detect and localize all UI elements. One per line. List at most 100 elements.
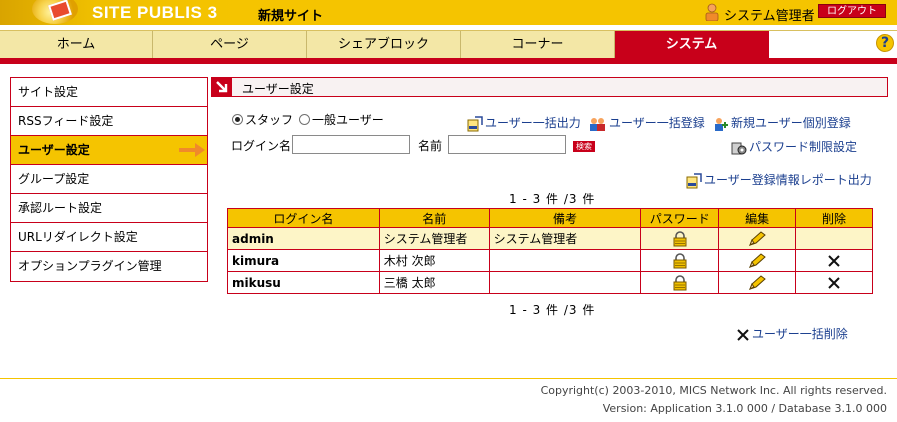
report-icon [686, 172, 702, 188]
cell-login: mikusu [227, 271, 380, 294]
user-type-radio-group: スタッフ 一般ユーザー [232, 111, 390, 128]
site-name: 新規サイト [258, 9, 324, 24]
column-header-delete: 削除 [795, 208, 873, 228]
footer-divider [0, 378, 897, 379]
cell-note: システム管理者 [488, 227, 642, 250]
cell-note [488, 249, 642, 272]
arrow-right-icon [179, 143, 205, 157]
lock-icon[interactable] [672, 252, 688, 269]
logo: SITE PUBLIS 3 [0, 0, 240, 25]
pencil-icon[interactable] [748, 274, 766, 291]
login-name-label: ログイン名 [231, 139, 292, 153]
cell-edit [718, 227, 797, 250]
column-header-password: パスワード [640, 208, 720, 228]
table-header-row: ログイン名 名前 備考 パスワード 編集 削除 [227, 208, 873, 228]
footer-copyright: Copyright(c) 2003-2010, MICS Network Inc… [540, 384, 887, 397]
sidebar-item-label: サイト設定 [18, 85, 79, 99]
logo-text: SITE PUBLIS 3 [92, 3, 218, 22]
cell-name: システム管理者 [378, 227, 490, 250]
cell-delete [795, 249, 873, 272]
password-settings-icon [731, 142, 747, 154]
main-nav: ホーム ページ シェアブロック コーナー システム [0, 30, 897, 59]
search-button[interactable]: 検索 [573, 141, 595, 152]
bulk-register-link[interactable]: ユーザー一括登録 [589, 114, 705, 132]
radio-general-user[interactable] [299, 114, 311, 125]
tab-corner[interactable]: コーナー [461, 31, 615, 59]
users-icon [590, 117, 605, 131]
bulk-delete-link[interactable]: ユーザー一括削除 [736, 325, 848, 342]
cell-login: admin [227, 227, 380, 250]
table-row: admin システム管理者 システム管理者 [227, 227, 873, 250]
sidebar: サイト設定 RSSフィード設定 ユーザー設定 グループ設定 承認ルート設定 UR… [10, 77, 208, 282]
column-header-login: ログイン名 [227, 208, 380, 228]
sidebar-item-label: 承認ルート設定 [18, 201, 103, 215]
nav-underline [0, 58, 897, 64]
bulk-export-label: ユーザー一括出力 [485, 116, 581, 130]
sidebar-item-label: URLリダイレクト設定 [18, 230, 138, 244]
pencil-icon[interactable] [748, 230, 766, 247]
radio-staff-label: スタッフ [245, 113, 294, 127]
bulk-export-link[interactable]: ユーザー一括出力 [467, 114, 581, 132]
user-icon [705, 3, 719, 21]
radio-staff[interactable] [232, 114, 243, 125]
sidebar-item-rss-feed[interactable]: RSSフィード設定 [11, 107, 207, 136]
column-header-note: 備考 [488, 208, 642, 228]
lock-icon[interactable] [672, 274, 688, 291]
tab-home[interactable]: ホーム [0, 31, 153, 59]
delete-x-icon [737, 328, 749, 341]
sidebar-item-approval-route[interactable]: 承認ルート設定 [11, 194, 207, 223]
cell-login: kimura [227, 249, 380, 272]
app-header: SITE PUBLIS 3 新規サイト システム管理者 ログアウト [0, 0, 897, 25]
cell-note [488, 271, 642, 294]
logout-button[interactable]: ログアウト [818, 4, 886, 18]
table-row: kimura 木村 次郎 [227, 249, 873, 272]
cell-edit [718, 249, 797, 272]
pencil-icon[interactable] [748, 252, 766, 269]
radio-general-user-label: 一般ユーザー [312, 113, 384, 127]
sidebar-item-group-settings[interactable]: グループ設定 [11, 165, 207, 194]
cell-password [640, 249, 720, 272]
report-export-label: ユーザー登録情報レポート出力 [704, 173, 872, 187]
sidebar-item-option-plugins[interactable]: オプションプラグイン管理 [11, 252, 207, 281]
report-export-link[interactable]: ユーザー登録情報レポート出力 [686, 171, 872, 189]
tab-share-block[interactable]: シェアブロック [307, 31, 461, 59]
help-icon[interactable]: ? [876, 34, 894, 52]
name-input[interactable] [448, 135, 566, 154]
cell-delete [795, 271, 873, 294]
tab-page[interactable]: ページ [153, 31, 307, 59]
admin-name: システム管理者 [724, 9, 815, 24]
section-header: ユーザー設定 [211, 77, 888, 97]
cell-delete [795, 227, 873, 250]
footer-version: Version: Application 3.1.0 000 / Databas… [602, 402, 887, 415]
page-title: ユーザー設定 [242, 82, 314, 96]
sidebar-item-site-settings[interactable]: サイト設定 [11, 78, 207, 107]
sidebar-item-user-settings[interactable]: ユーザー設定 [11, 136, 207, 165]
new-user-label: 新規ユーザー個別登録 [731, 116, 851, 130]
add-user-icon [715, 117, 728, 131]
lock-icon[interactable] [672, 230, 688, 247]
cell-password [640, 227, 720, 250]
user-table: ログイン名 名前 備考 パスワード 編集 削除 admin システム管理者 シス… [227, 208, 873, 294]
new-user-link[interactable]: 新規ユーザー個別登録 [713, 114, 851, 132]
cell-password [640, 271, 720, 294]
bulk-delete-label: ユーザー一括削除 [752, 327, 848, 341]
delete-x-icon[interactable] [827, 254, 841, 268]
pagination-count-bottom: 1 - 3 件 /3 件 [509, 303, 596, 317]
delete-x-icon[interactable] [827, 276, 841, 290]
sidebar-item-label: RSSフィード設定 [18, 114, 114, 128]
name-label: 名前 [418, 139, 443, 153]
column-header-edit: 編集 [718, 208, 797, 228]
cell-name: 三橋 太郎 [378, 271, 490, 294]
pagination-count-top: 1 - 3 件 /3 件 [509, 192, 596, 206]
bulk-register-label: ユーザー一括登録 [609, 116, 705, 130]
password-limit-label: パスワード制限設定 [749, 140, 858, 154]
export-icon [467, 115, 483, 131]
password-limit-link[interactable]: パスワード制限設定 [731, 138, 857, 156]
tab-system[interactable]: システム [615, 31, 769, 59]
table-row: mikusu 三橋 太郎 [227, 271, 873, 294]
sidebar-item-label: グループ設定 [18, 172, 90, 186]
sidebar-item-url-redirect[interactable]: URLリダイレクト設定 [11, 223, 207, 252]
column-header-name: 名前 [378, 208, 490, 228]
login-name-input[interactable] [292, 135, 410, 154]
cell-name: 木村 次郎 [378, 249, 490, 272]
